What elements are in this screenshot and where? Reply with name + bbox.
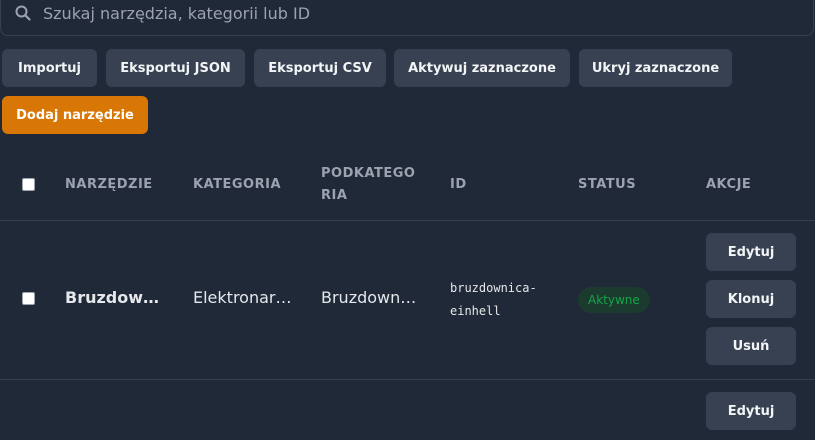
header-status[interactable]: STATUS	[578, 174, 636, 196]
tool-subcategory: Bruzdownice	[321, 288, 417, 307]
clone-button[interactable]: Klonuj	[706, 280, 796, 318]
delete-button[interactable]: Usuń	[706, 327, 796, 365]
search-bar[interactable]	[0, 0, 814, 36]
activate-selected-button[interactable]: Aktywuj zaznaczone	[394, 49, 570, 87]
row-checkbox[interactable]	[22, 292, 35, 305]
tool-category: Elektronarzędzia	[193, 288, 293, 307]
table-row: Edytuj	[0, 380, 815, 440]
table-row: Bruzdownica Einhell Elektronarzędzia Bru…	[0, 221, 815, 380]
tool-id: bruzdownica- einhell	[450, 277, 537, 323]
header-category[interactable]: KATEGORIA	[193, 174, 281, 196]
header-subcategory-line2: RIA	[321, 188, 348, 203]
search-input[interactable]	[41, 0, 745, 27]
import-button[interactable]: Importuj	[2, 49, 97, 87]
search-icon	[15, 5, 31, 25]
tool-id-line1: bruzdownica-	[450, 281, 537, 295]
select-all-checkbox[interactable]	[22, 178, 35, 191]
table-header: NARZĘDZIE KATEGORIA PODKATEGO RIA ID STA…	[0, 150, 815, 221]
export-csv-button[interactable]: Eksportuj CSV	[254, 49, 386, 87]
edit-button[interactable]: Edytuj	[706, 233, 796, 271]
export-json-button[interactable]: Eksportuj JSON	[106, 49, 245, 87]
header-id[interactable]: ID	[450, 174, 467, 196]
tool-name[interactable]: Bruzdownica Einhell	[65, 288, 165, 307]
header-actions: AKCJE	[706, 177, 752, 192]
edit-button[interactable]: Edytuj	[706, 392, 796, 430]
tool-id-line2: einhell	[450, 304, 501, 318]
header-tool[interactable]: NARZĘDZIE	[65, 174, 153, 196]
hide-selected-button[interactable]: Ukryj zaznaczone	[579, 49, 732, 87]
add-tool-button[interactable]: Dodaj narzędzie	[2, 96, 148, 134]
header-subcategory-line1: PODKATEGO	[321, 166, 416, 181]
header-subcategory[interactable]: PODKATEGO RIA	[321, 163, 415, 207]
status-badge: Aktywne	[578, 287, 650, 313]
